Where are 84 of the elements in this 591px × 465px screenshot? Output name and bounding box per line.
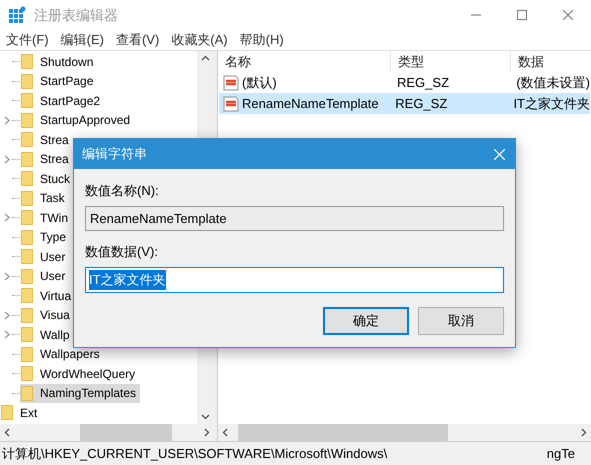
column-header[interactable]: 名称 (218, 51, 391, 72)
scroll-down-icon[interactable] (201, 414, 210, 420)
expand-chevron-icon[interactable] (4, 154, 10, 164)
folder-icon (21, 249, 33, 264)
maximize-icon (517, 10, 527, 20)
folder-icon (21, 171, 33, 186)
folder-icon (21, 74, 33, 89)
scroll-up-icon[interactable] (201, 55, 210, 61)
value-row[interactable]: RenameNameTemplate REG_SZ IT之家文件夹 (219, 93, 590, 114)
expand-chevron-icon[interactable] (4, 272, 10, 281)
folder-icon (21, 346, 33, 362)
expand-chevron-icon[interactable] (4, 213, 10, 222)
value-name: (默认) (242, 74, 277, 92)
value-type: REG_SZ (394, 94, 448, 113)
tree-item[interactable]: StartPage2 (20, 91, 104, 110)
tree-item[interactable]: User (20, 266, 70, 286)
tree-item[interactable]: Virtua (20, 286, 76, 306)
string-value-icon (223, 74, 239, 90)
folder-icon (21, 308, 33, 323)
folder-icon (21, 268, 33, 284)
expand-chevron-icon[interactable] (4, 330, 10, 340)
folder-icon (21, 93, 33, 108)
folder-icon (21, 230, 33, 245)
tree-item[interactable]: Wallpapers (20, 344, 104, 364)
folder-icon (21, 152, 33, 167)
menu-item[interactable]: 收藏夹(A) (165, 30, 234, 50)
close-icon (563, 10, 573, 20)
folder-icon (21, 327, 33, 342)
scroll-right-icon[interactable] (581, 428, 587, 437)
tree-item[interactable]: Strea (20, 130, 73, 150)
dialog-title: 编辑字符串 (82, 145, 147, 164)
window-title: 注册表编辑器 (34, 6, 118, 24)
menu-item[interactable]: 帮助(H) (234, 30, 290, 50)
dialog-button[interactable]: 取消 (418, 307, 504, 335)
tree-item[interactable]: User (20, 247, 70, 266)
value-name-field: RenameNameTemplate (85, 206, 504, 231)
expand-chevron-icon[interactable] (4, 310, 10, 320)
status-path: ngTe (546, 444, 575, 463)
scroll-left-icon[interactable] (4, 428, 10, 437)
tree-item[interactable]: TWin (20, 208, 72, 228)
folder-icon (21, 366, 33, 382)
expand-chevron-icon[interactable] (4, 116, 10, 125)
folder-icon (21, 112, 33, 128)
tree-item[interactable]: Shutdown (20, 52, 98, 72)
tree-item[interactable]: StartPage (20, 72, 98, 91)
registry-icon (8, 6, 26, 24)
menu-item[interactable]: 文件(F) (0, 30, 55, 50)
column-header[interactable]: 类型 (391, 51, 511, 72)
menu-item[interactable]: 编辑(E) (54, 30, 110, 50)
value-data: IT之家文件夹 (512, 94, 590, 113)
close-icon[interactable] (494, 148, 505, 160)
folder-icon (21, 54, 33, 70)
tree-item[interactable]: Stuck (20, 169, 74, 188)
folder-icon (21, 210, 33, 226)
tree-item[interactable]: Wallp (20, 325, 74, 344)
string-value-icon (223, 96, 239, 112)
value-row[interactable]: (默认) REG_SZ (数值未设置) (219, 72, 590, 93)
value-data-label: 数值数据(V): (85, 243, 159, 260)
tree-item[interactable]: Strea (20, 150, 73, 169)
column-header[interactable]: 数据 (511, 51, 591, 72)
tree-item[interactable]: WordWheelQuery (20, 364, 140, 384)
folder-icon (21, 288, 33, 304)
menu-item[interactable]: 查看(V) (110, 30, 166, 50)
status-path: 计算机\HKEY_CURRENT_USER\SOFTWARE\Microsoft\Windows\ (1, 444, 388, 463)
folder-icon (1, 405, 13, 420)
horizontal-scrollbar[interactable] (218, 424, 591, 441)
tree-item[interactable]: StartupApproved (20, 110, 134, 130)
value-type: REG_SZ (396, 74, 450, 92)
scroll-left-icon[interactable] (222, 428, 228, 437)
folder-icon (21, 386, 33, 401)
horizontal-scrollbar[interactable] (0, 424, 214, 441)
value-name: RenameNameTemplate (242, 94, 379, 113)
tree-item[interactable]: Task (20, 188, 69, 208)
tree-item[interactable]: NamingTemplates (20, 384, 140, 403)
value-data: (数值未设置) (515, 74, 590, 92)
tree-item[interactable]: Ext (0, 403, 42, 422)
folder-icon (21, 190, 33, 206)
tree-item[interactable]: Type (20, 228, 70, 247)
folder-icon (21, 132, 33, 148)
scroll-right-icon[interactable] (204, 428, 210, 437)
value-data-field[interactable]: IT之家文件夹 (85, 267, 504, 293)
dialog-button[interactable]: 确定 (323, 307, 409, 335)
value-name-label: 数值名称(N): (85, 182, 160, 199)
tree-item[interactable]: Visua (20, 306, 74, 325)
